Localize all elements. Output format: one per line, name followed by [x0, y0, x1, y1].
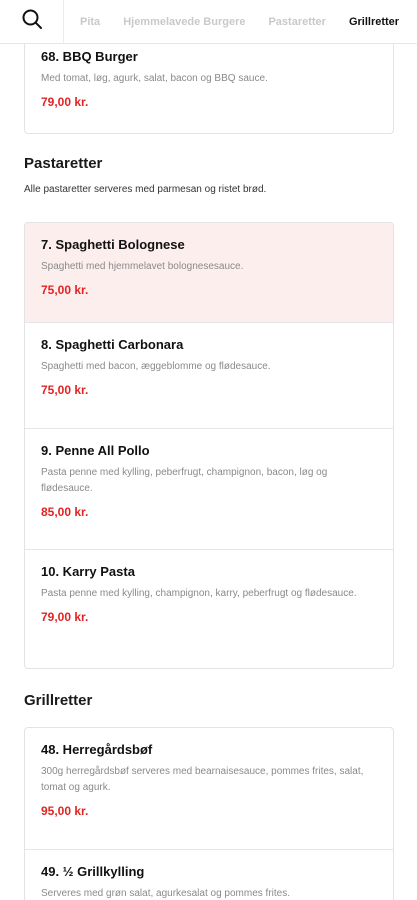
tab-hjemmelavede-burgere[interactable]: Hjemmelavede Burgere: [123, 16, 245, 28]
section-title-pasta: Pastaretter: [24, 155, 103, 172]
tab-pastaretter[interactable]: Pastaretter: [268, 16, 325, 28]
item-price: 85,00 kr.: [41, 505, 89, 519]
section-title-grill: Grillretter: [24, 692, 93, 709]
item-description: Med tomat, løg, agurk, salat, bacon og B…: [41, 73, 268, 84]
menu-item[interactable]: 7. Spaghetti Bolognese Spaghetti med hje…: [25, 223, 393, 323]
item-name: 68. BBQ Burger: [41, 49, 138, 64]
item-price: 79,00 kr.: [41, 610, 89, 624]
item-price: 75,00 kr.: [41, 283, 89, 297]
item-price: 75,00 kr.: [41, 383, 89, 397]
item-name: 10. Karry Pasta: [41, 564, 135, 579]
menu-item[interactable]: 8. Spaghetti Carbonara Spaghetti med bac…: [25, 323, 393, 429]
item-price: 95,00 kr.: [41, 804, 89, 818]
category-nav-bar: Pita Hjemmelavede Burgere Pastaretter Gr…: [0, 0, 417, 44]
grill-card: 48. Herregårdsbøf 300g herregårdsbøf ser…: [24, 727, 394, 900]
section-subtitle-pasta: Alle pastaretter serveres med parmesan o…: [24, 184, 267, 195]
tab-grillretter[interactable]: Grillretter: [349, 16, 399, 28]
search-icon: [21, 8, 43, 35]
search-button[interactable]: [0, 0, 64, 43]
item-description: Serveres med grøn salat, agurkesalat og …: [41, 888, 290, 899]
tab-pita[interactable]: Pita: [80, 16, 100, 28]
menu-item[interactable]: 9. Penne All Pollo Pasta penne med kylli…: [25, 429, 393, 550]
item-name: 7. Spaghetti Bolognese: [41, 237, 185, 252]
item-description: 300g herregårdsbøf serveres med bearnais…: [41, 766, 364, 793]
item-name: 8. Spaghetti Carbonara: [41, 337, 184, 352]
item-price: 79,00 kr.: [41, 95, 89, 109]
menu-item[interactable]: 48. Herregårdsbøf 300g herregårdsbøf ser…: [25, 728, 393, 850]
item-description: Pasta penne med kylling, peberfrugt, cha…: [41, 467, 328, 494]
item-description: Pasta penne med kylling, champignon, kar…: [41, 588, 357, 599]
menu-item[interactable]: 49. ½ Grillkylling Serveres med grøn sal…: [25, 850, 393, 900]
item-description: Spaghetti med bacon, æggeblomme og fløde…: [41, 361, 271, 372]
item-name: 9. Penne All Pollo: [41, 443, 150, 458]
item-name: 49. ½ Grillkylling: [41, 864, 145, 879]
item-description: Spaghetti med hjemmelavet bolognesesauce…: [41, 261, 244, 272]
category-tabs: Pita Hjemmelavede Burgere Pastaretter Gr…: [64, 0, 417, 43]
item-name: 48. Herregårdsbøf: [41, 742, 153, 757]
menu-item[interactable]: 10. Karry Pasta Pasta penne med kylling,…: [25, 550, 393, 668]
pasta-card: 7. Spaghetti Bolognese Spaghetti med hje…: [24, 222, 394, 669]
